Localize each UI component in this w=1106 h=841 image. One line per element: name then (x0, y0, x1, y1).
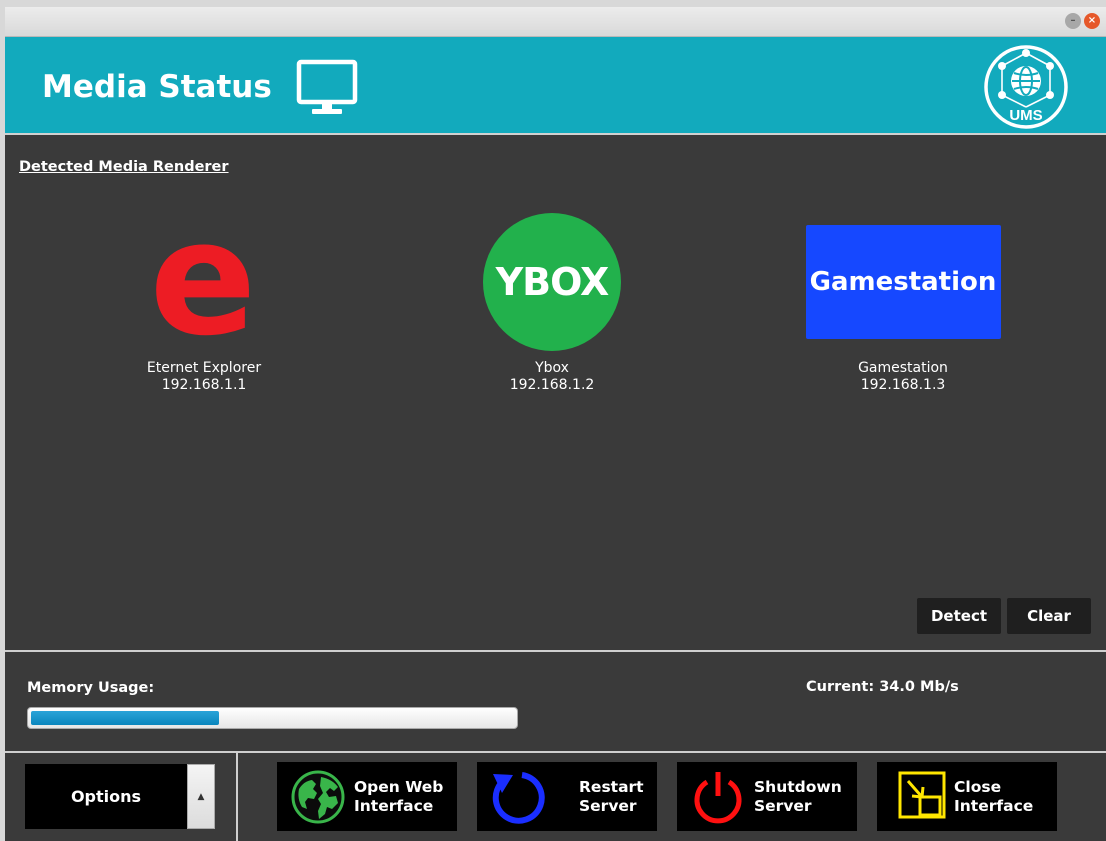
shutdown-server-button[interactable]: Shutdown Server (677, 762, 857, 831)
memory-panel: Memory Usage: Current: 34.0 Mb/s (5, 650, 1106, 753)
globe-icon (291, 770, 345, 824)
eternet-explorer-logo-text: e (149, 217, 256, 347)
detect-button[interactable]: Detect (917, 598, 1001, 634)
renderer-name: Gamestation (858, 360, 948, 376)
power-icon (694, 772, 742, 824)
close-interface-button[interactable]: Close Interface (877, 762, 1057, 831)
renderer-ip: 192.168.1.1 (161, 377, 247, 393)
close-window-button[interactable]: × (1084, 13, 1100, 29)
gamestation-logo-icon: Gamestation (805, 225, 1001, 339)
monitor-icon (296, 59, 358, 114)
renderer-name: Eternet Explorer (146, 360, 262, 376)
options-dropdown[interactable]: Options ▲ (25, 764, 215, 829)
page-title: Media Status (42, 69, 272, 105)
renderer-gamestation[interactable]: Gamestation Gamestation 192.168.1.3 (793, 212, 1013, 394)
header-banner: Media Status UMS (5, 37, 1106, 135)
restart-icon (492, 772, 545, 824)
memory-usage-bar (27, 707, 518, 729)
minimize-window-button[interactable]: – (1065, 13, 1081, 29)
section-title-detected-renderers: Detected Media Renderer (19, 159, 229, 175)
renderer-ybox[interactable]: YBOX Ybox 192.168.1.2 (442, 212, 662, 394)
app-window: – × Media Status UMS Detected Media Rend… (5, 7, 1106, 841)
renderer-ip: 192.168.1.3 (860, 377, 946, 393)
renderers-panel: Detected Media Renderer e Eternet Explor… (5, 135, 1106, 650)
memory-usage-fill (31, 711, 220, 725)
shutdown-server-label: Shutdown Server (754, 778, 842, 815)
options-button[interactable]: Options (25, 764, 187, 829)
restart-server-button[interactable]: Restart Server (477, 762, 657, 831)
ums-logo-text: UMS (1009, 107, 1042, 124)
footer-toolbar: Options ▲ Open Web Interface Restart Ser… (5, 753, 1106, 841)
renderer-name: Ybox (535, 360, 569, 376)
clear-button[interactable]: Clear (1007, 598, 1091, 634)
title-bar: – × (5, 7, 1106, 37)
open-web-interface-label: Open Web Interface (354, 778, 444, 815)
eternet-explorer-logo-icon: e (149, 217, 256, 347)
open-web-interface-button[interactable]: Open Web Interface (277, 762, 457, 831)
footer-divider (236, 753, 238, 841)
ybox-logo-icon: YBOX (483, 213, 621, 351)
memory-usage-label: Memory Usage: (27, 680, 155, 696)
close-interface-label: Close Interface (954, 778, 1034, 815)
minimize-window-icon (898, 771, 946, 819)
renderer-ip: 192.168.1.2 (509, 377, 595, 393)
dropdown-arrow-icon[interactable]: ▲ (187, 764, 215, 829)
ums-logo-icon: UMS (984, 45, 1068, 129)
restart-server-label: Restart Server (579, 778, 644, 815)
current-rate-label: Current: 34.0 Mb/s (806, 679, 959, 695)
renderer-eternet-explorer[interactable]: e Eternet Explorer 192.168.1.1 (94, 212, 314, 394)
